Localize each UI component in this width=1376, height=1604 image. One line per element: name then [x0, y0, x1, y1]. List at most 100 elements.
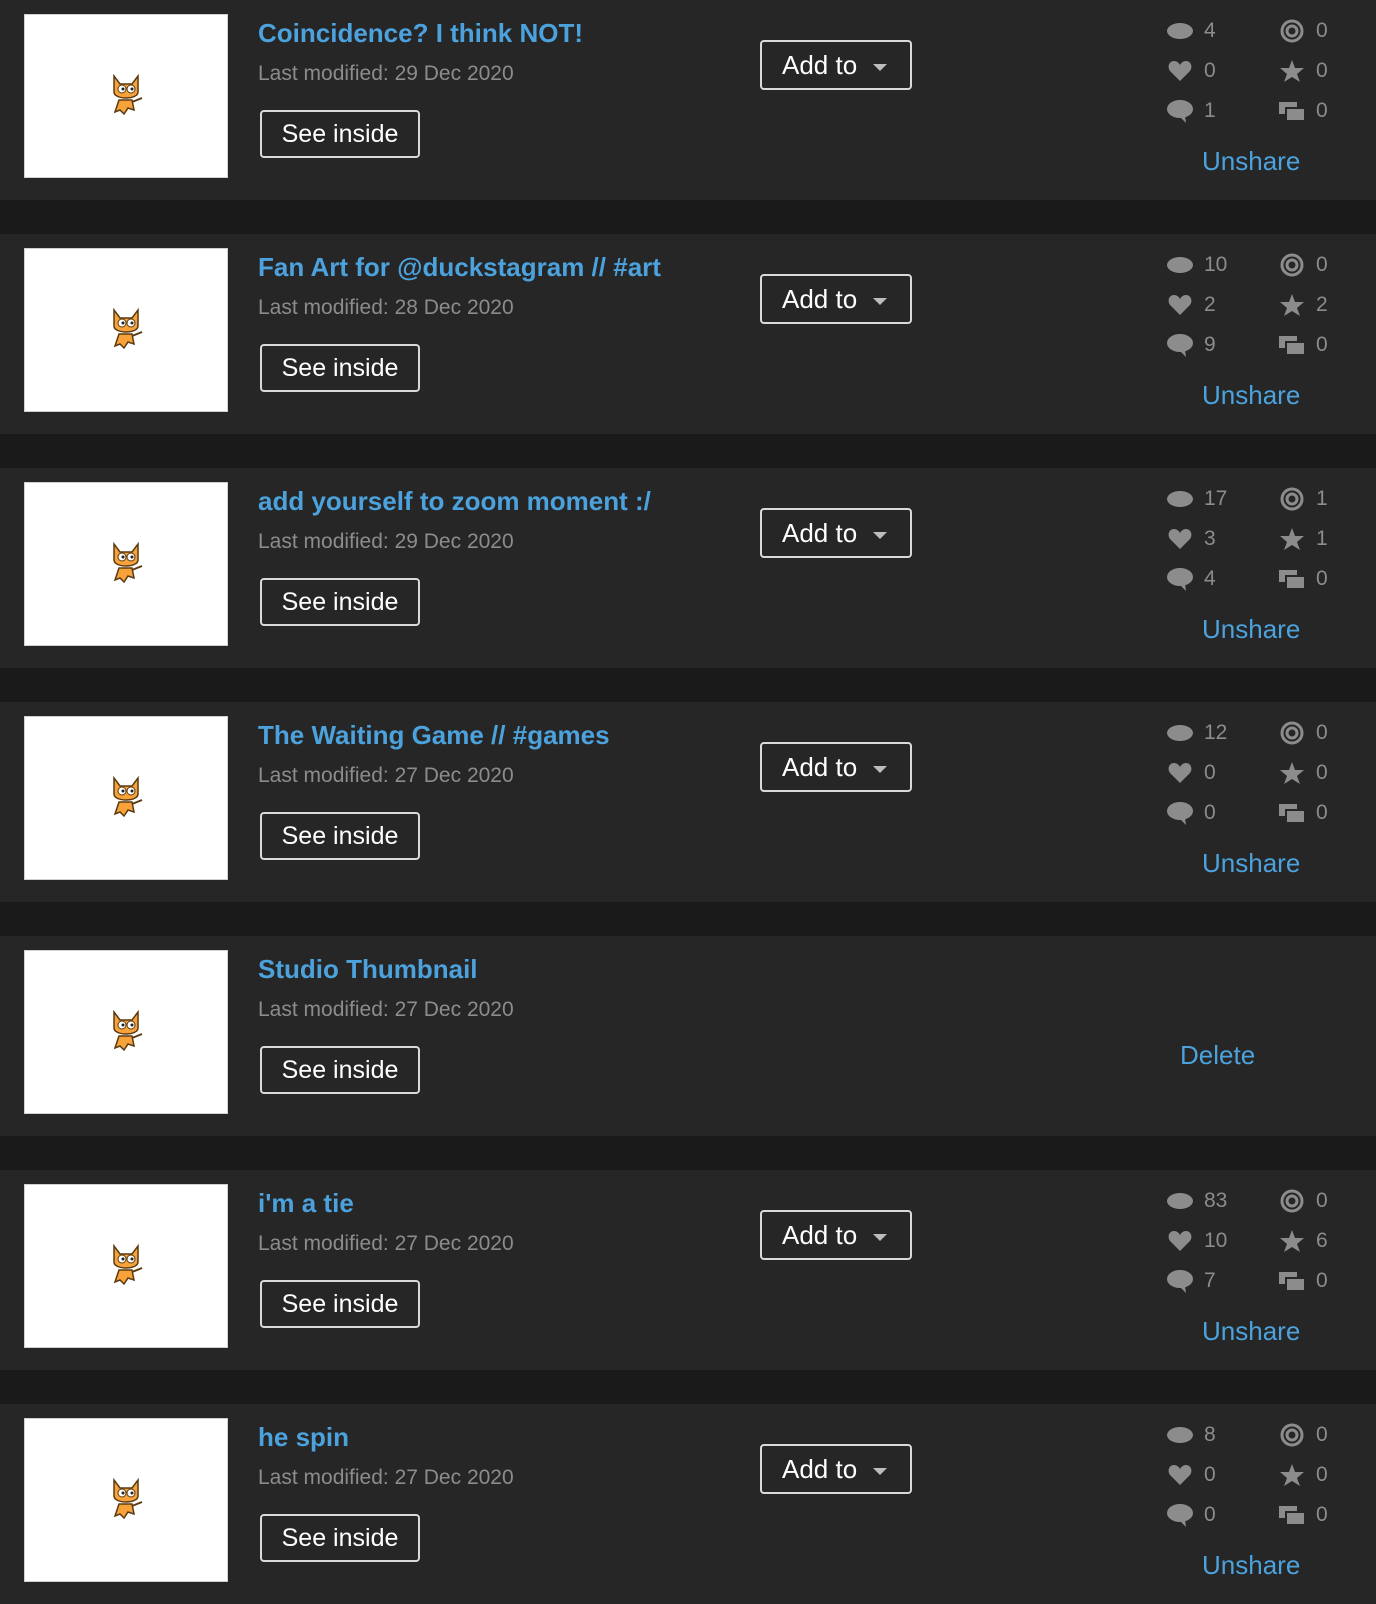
unshare-link[interactable]: Unshare: [1202, 1316, 1300, 1347]
remixes-stat: 0: [1278, 253, 1342, 277]
favorites-count: 0: [1316, 1463, 1328, 1486]
comments-count: 0: [1204, 1503, 1216, 1526]
add-to-label: Add to: [782, 283, 858, 314]
see-inside-button[interactable]: See inside: [260, 1046, 420, 1094]
star-icon: [1278, 761, 1306, 785]
loves-count: 0: [1204, 1463, 1216, 1486]
see-inside-button[interactable]: See inside: [260, 1514, 420, 1562]
add-to-dropdown[interactable]: Add to: [760, 508, 912, 558]
remixes-stat: 0: [1278, 1189, 1342, 1213]
project-thumbnail[interactable]: [24, 950, 228, 1114]
studios-count: 0: [1316, 1269, 1328, 1292]
loves-stat: 0: [1166, 59, 1230, 83]
views-stat: 4: [1166, 19, 1230, 43]
loves-count: 3: [1204, 527, 1216, 550]
delete-link[interactable]: Delete: [1180, 1040, 1255, 1071]
studio-icon: [1278, 1503, 1306, 1527]
see-inside-button[interactable]: See inside: [260, 1280, 420, 1328]
comment-icon: [1166, 801, 1194, 825]
favorites-stat: 2: [1278, 293, 1342, 317]
project-title-link[interactable]: The Waiting Game // #games: [258, 720, 610, 751]
favorites-count: 6: [1316, 1229, 1328, 1252]
unshare-link[interactable]: Unshare: [1202, 1550, 1300, 1581]
chevron-down-icon: [873, 765, 888, 773]
project-thumbnail[interactable]: [24, 716, 228, 880]
project-row: he spin Last modified: 27 Dec 2020 See ins…: [0, 1404, 1376, 1604]
see-inside-button[interactable]: See inside: [260, 578, 420, 626]
studios-stat: 0: [1278, 333, 1342, 357]
favorites-count: 2: [1316, 293, 1328, 316]
project-row: The Waiting Game // #games Last modified:…: [0, 702, 1376, 902]
favorites-stat: 0: [1278, 59, 1342, 83]
studios-stat: 0: [1278, 801, 1342, 825]
project-thumbnail[interactable]: [24, 14, 228, 178]
chevron-down-icon: [873, 531, 888, 539]
unshare-link[interactable]: Unshare: [1202, 146, 1300, 177]
scratch-cat-icon: [104, 1240, 148, 1293]
remixes-count: 0: [1316, 721, 1328, 744]
add-to-label: Add to: [782, 751, 858, 782]
studios-stat: 0: [1278, 1503, 1342, 1527]
chevron-down-icon: [873, 297, 888, 305]
views-stat: 12: [1166, 721, 1230, 745]
see-inside-button[interactable]: See inside: [260, 812, 420, 860]
project-thumbnail[interactable]: [24, 1418, 228, 1582]
add-to-dropdown[interactable]: Add to: [760, 1210, 912, 1260]
scratch-cat-icon: [104, 304, 148, 357]
views-stat: 10: [1166, 253, 1230, 277]
scratch-cat-icon: [104, 1006, 148, 1059]
last-modified-text: Last modified: 27 Dec 2020: [258, 998, 514, 1021]
remixes-count: 0: [1316, 253, 1328, 276]
project-thumbnail[interactable]: [24, 248, 228, 412]
heart-icon: [1166, 59, 1194, 83]
star-icon: [1278, 59, 1306, 83]
project-thumbnail[interactable]: [24, 1184, 228, 1348]
project-title-link[interactable]: Studio Thumbnail: [258, 954, 478, 985]
comments-count: 0: [1204, 801, 1216, 824]
studios-stat: 0: [1278, 567, 1342, 591]
loves-stat: 2: [1166, 293, 1230, 317]
loves-count: 10: [1204, 1229, 1228, 1252]
heart-icon: [1166, 293, 1194, 317]
comment-icon: [1166, 1503, 1194, 1527]
add-to-label: Add to: [782, 517, 858, 548]
views-count: 12: [1204, 721, 1228, 744]
project-title-link[interactable]: he spin: [258, 1422, 349, 1453]
see-inside-button[interactable]: See inside: [260, 344, 420, 392]
views-count: 8: [1204, 1423, 1216, 1446]
comments-stat: 9: [1166, 333, 1230, 357]
comments-count: 4: [1204, 567, 1216, 590]
project-thumbnail[interactable]: [24, 482, 228, 646]
studio-icon: [1278, 1269, 1306, 1293]
star-icon: [1278, 527, 1306, 551]
favorites-stat: 0: [1278, 1463, 1342, 1487]
project-title-link[interactable]: Coincidence? I think NOT!: [258, 18, 583, 49]
favorites-stat: 1: [1278, 527, 1342, 551]
comments-stat: 1: [1166, 99, 1230, 123]
last-modified-text: Last modified: 27 Dec 2020: [258, 1466, 514, 1489]
comments-count: 9: [1204, 333, 1216, 356]
remixes-stat: 0: [1278, 721, 1342, 745]
comment-icon: [1166, 567, 1194, 591]
eye-icon: [1166, 253, 1194, 277]
see-inside-button[interactable]: See inside: [260, 110, 420, 158]
project-title-link[interactable]: add yourself to zoom moment :/: [258, 486, 651, 517]
project-title-link[interactable]: i'm a tie: [258, 1188, 354, 1219]
add-to-dropdown[interactable]: Add to: [760, 40, 912, 90]
add-to-dropdown[interactable]: Add to: [760, 742, 912, 792]
studios-stat: 0: [1278, 99, 1342, 123]
unshare-link[interactable]: Unshare: [1202, 614, 1300, 645]
studio-icon: [1278, 567, 1306, 591]
comments-stat: 4: [1166, 567, 1230, 591]
add-to-dropdown[interactable]: Add to: [760, 1444, 912, 1494]
views-stat: 83: [1166, 1189, 1230, 1213]
studios-count: 0: [1316, 1503, 1328, 1526]
project-title-link[interactable]: Fan Art for @duckstagram // #art: [258, 252, 661, 283]
studios-count: 0: [1316, 99, 1328, 122]
loves-stat: 0: [1166, 761, 1230, 785]
eye-icon: [1166, 1423, 1194, 1447]
unshare-link[interactable]: Unshare: [1202, 380, 1300, 411]
unshare-link[interactable]: Unshare: [1202, 848, 1300, 879]
add-to-dropdown[interactable]: Add to: [760, 274, 912, 324]
heart-icon: [1166, 1229, 1194, 1253]
